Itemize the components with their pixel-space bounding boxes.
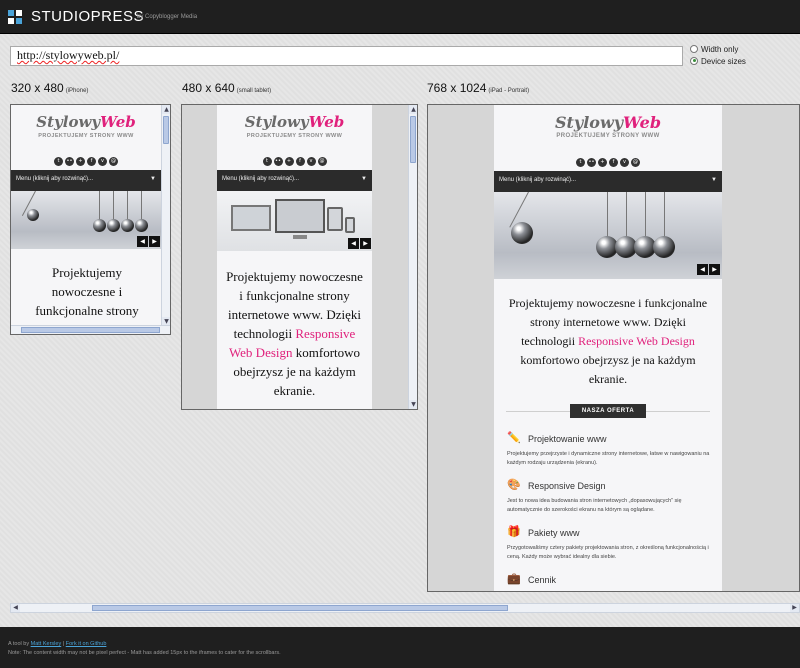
device-label-ipad: 768 x 1024 (iPad - Portrait): [427, 81, 530, 95]
scroll-left-arrow-icon[interactable]: ◀: [11, 604, 20, 612]
section-title[interactable]: Pakiety www: [528, 528, 580, 538]
headline-text: Projektujemy nowoczesne i funkcjonalne s…: [35, 265, 139, 318]
scrollbar-thumb[interactable]: [163, 116, 169, 144]
hero-slider: ◀ ▶: [494, 192, 722, 279]
radio-device-sizes-label: Device sizes: [701, 57, 746, 66]
twitter-icon[interactable]: t: [576, 158, 585, 167]
package-icon: 🎁: [507, 525, 521, 538]
menu-toggle[interactable]: Menu (kliknij aby rozwinąć)... ▼: [217, 170, 372, 191]
section-text: Projektujemy przejrzyste i dynamiczne st…: [507, 451, 710, 466]
scroll-right-arrow-icon[interactable]: ▶: [790, 604, 799, 612]
chevron-down-icon: ▼: [361, 176, 367, 182]
scrollbar-thumb[interactable]: [21, 327, 160, 333]
facebook-icon[interactable]: f: [295, 157, 305, 166]
ipad-viewport[interactable]: StylowyWeb PROJEKTUJEMY STRONY WWW t •• + f…: [494, 105, 722, 591]
palette-icon: 🎨: [507, 478, 521, 491]
site-subtitle: PROJEKTUJEMY STRONY WWW: [38, 133, 134, 139]
radio-device-sizes-circle[interactable]: [690, 56, 698, 65]
delicious-icon[interactable]: +: [284, 157, 294, 166]
social-icons: t •• + f v @: [11, 147, 161, 166]
brand-tagline: by Copyblogger Media: [137, 14, 198, 20]
nasza-oferta-button[interactable]: NASZA OFERTA: [570, 404, 646, 418]
vimeo-icon[interactable]: v: [620, 158, 629, 167]
responsive-web-design-link[interactable]: Responsive Web Design: [578, 334, 695, 348]
slider-next-button[interactable]: ▶: [360, 238, 371, 249]
flickr-icon[interactable]: ••: [587, 158, 596, 167]
flickr-icon[interactable]: ••: [273, 157, 283, 166]
brand-name[interactable]: STUDIOPRESS: [31, 8, 144, 25]
flickr-icon[interactable]: ••: [65, 157, 74, 166]
scroll-down-arrow-icon[interactable]: ▼: [409, 400, 417, 409]
twitter-icon[interactable]: t: [54, 157, 63, 166]
slider-next-button[interactable]: ▶: [149, 236, 160, 247]
radio-width-only-circle[interactable]: [690, 44, 698, 53]
page-horizontal-scrollbar[interactable]: ◀ ▶: [10, 603, 800, 613]
chevron-down-icon: ▼: [711, 177, 717, 183]
author-link[interactable]: Matt Kersley: [31, 641, 62, 647]
hero-slider: ◀ ▶: [11, 191, 161, 249]
social-icons: t •• + f v @: [217, 147, 372, 166]
menu-toggle[interactable]: Menu (kliknij aby rozwinąć)... ▼: [11, 170, 161, 191]
section-title[interactable]: Projektowanie www: [528, 434, 607, 444]
email-icon[interactable]: @: [109, 157, 118, 166]
footer: A tool by Matt Kersley | Fork it on Gith…: [0, 627, 800, 668]
site-logo[interactable]: StylowyWeb: [11, 113, 161, 131]
delicious-icon[interactable]: +: [598, 158, 607, 167]
chevron-down-icon: ▼: [150, 176, 156, 182]
email-icon[interactable]: @: [317, 157, 327, 166]
menu-toggle[interactable]: Menu (kliknij aby rozwinąć)... ▼: [494, 171, 722, 192]
site-logo[interactable]: StylowyWeb: [217, 113, 372, 131]
site-logo[interactable]: StylowyWeb: [494, 113, 722, 132]
iphone-horizontal-scrollbar[interactable]: [11, 325, 170, 334]
slider-prev-button[interactable]: ◀: [348, 238, 359, 249]
iphone-viewport[interactable]: StylowyWeb PROJEKTUJEMY STRONY WWW t •• + f…: [11, 105, 161, 326]
studiopress-logo-icon: [8, 10, 22, 24]
slider-prev-button[interactable]: ◀: [137, 236, 148, 247]
footer-note: Note: The content width may not be pixel…: [8, 650, 281, 656]
small-tablet-frame[interactable]: StylowyWeb PROJEKTUJEMY STRONY WWW t •• + f…: [181, 104, 418, 410]
slider-next-button[interactable]: ▶: [709, 264, 720, 275]
github-fork-link[interactable]: Fork it on Github: [66, 641, 107, 647]
briefcase-icon: 💼: [507, 572, 521, 585]
radio-device-sizes[interactable]: Device sizes: [690, 56, 746, 66]
small-tablet-vertical-scrollbar[interactable]: ▲ ▼: [408, 105, 417, 409]
delicious-icon[interactable]: +: [76, 157, 85, 166]
ipad-frame[interactable]: StylowyWeb PROJEKTUJEMY STRONY WWW t •• + f…: [427, 104, 800, 592]
hero-slider: ◀ ▶: [217, 191, 372, 251]
vimeo-icon[interactable]: v: [98, 157, 107, 166]
device-label-small-tablet: 480 x 640 (small tablet): [182, 81, 272, 95]
email-icon[interactable]: @: [631, 158, 640, 167]
radio-width-only-label: Width only: [701, 45, 739, 54]
section-title[interactable]: Responsive Design: [528, 481, 606, 491]
facebook-icon[interactable]: f: [87, 157, 96, 166]
section-title[interactable]: Cennik: [528, 575, 556, 585]
iphone-frame[interactable]: StylowyWeb PROJEKTUJEMY STRONY WWW t •• + f…: [10, 104, 171, 335]
slider-prev-button[interactable]: ◀: [697, 264, 708, 275]
vimeo-icon[interactable]: v: [306, 157, 316, 166]
radio-width-only[interactable]: Width only: [690, 44, 739, 54]
headline-text: Projektujemy nowoczesne i funkcjonalne s…: [226, 269, 363, 398]
device-label-iphone: 320 x 480 (iPhone): [11, 81, 89, 95]
scrollbar-thumb[interactable]: [92, 605, 508, 611]
pencil-ruler-icon: ✏️: [507, 431, 521, 444]
twitter-icon[interactable]: t: [262, 157, 272, 166]
section-text: Przygotowaliśmy cztery pakiety projektow…: [507, 545, 709, 560]
headline-text: Projektujemy nowoczesne i funkcjonalne s…: [508, 296, 708, 386]
section-text: Jest to nowa idea budowania stron intern…: [507, 498, 682, 513]
url-input[interactable]: http://stylowyweb.pl/: [10, 46, 683, 66]
site-subtitle: PROJEKTUJEMY STRONY WWW: [246, 133, 343, 139]
small-tablet-viewport[interactable]: StylowyWeb PROJEKTUJEMY STRONY WWW t •• + f…: [217, 105, 372, 409]
social-icons: t •• + f v @: [494, 148, 722, 167]
site-subtitle: PROJEKTUJEMY STRONY WWW: [556, 133, 660, 139]
scroll-up-arrow-icon[interactable]: ▲: [162, 105, 170, 114]
facebook-icon[interactable]: f: [609, 158, 618, 167]
url-value: http://stylowyweb.pl/: [17, 48, 120, 62]
scroll-up-arrow-icon[interactable]: ▲: [409, 105, 417, 114]
scrollbar-thumb[interactable]: [410, 116, 416, 163]
top-bar: STUDIOPRESS by Copyblogger Media: [0, 0, 800, 34]
iphone-vertical-scrollbar[interactable]: ▲ ▼: [161, 105, 170, 326]
footer-credits: A tool by Matt Kersley | Fork it on Gith…: [8, 641, 107, 647]
